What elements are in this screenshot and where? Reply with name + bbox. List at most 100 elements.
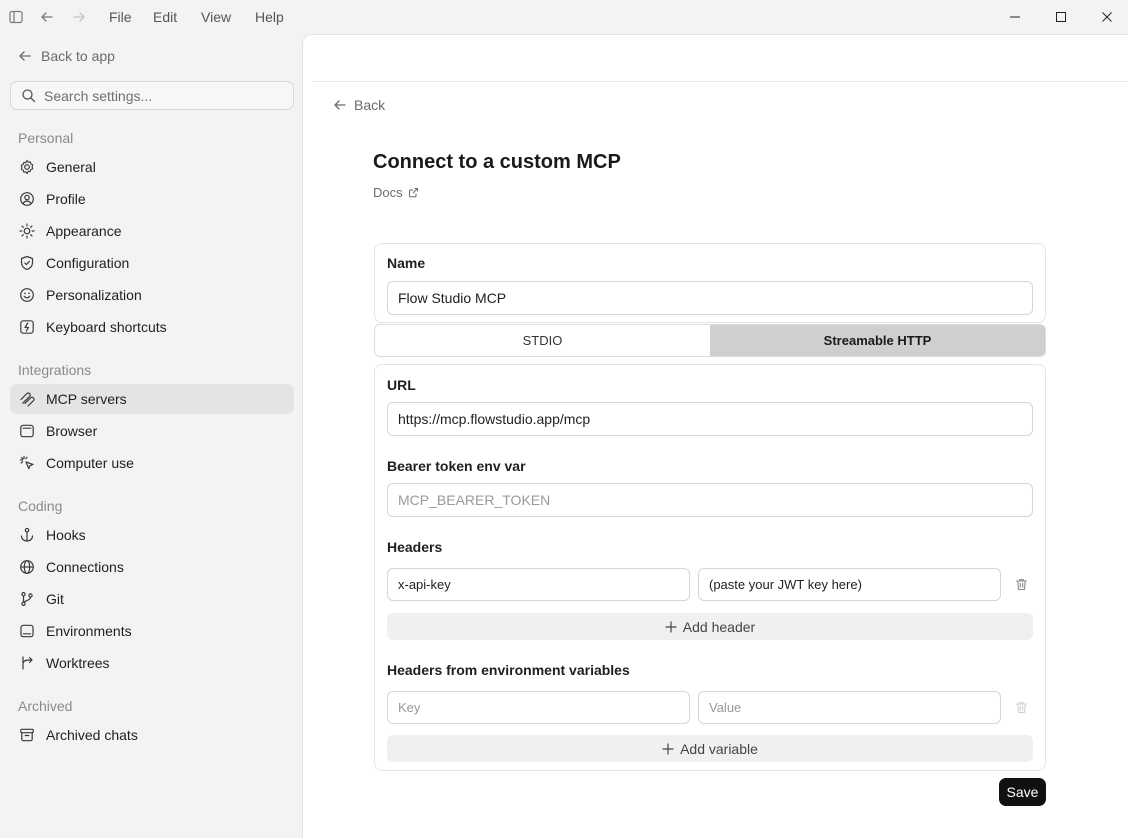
settings-search[interactable] [10,81,294,110]
search-icon [22,89,36,103]
sidebar-item-environments[interactable]: Environments [10,616,294,646]
sidebar-item-label: Profile [46,191,86,207]
sidebar-item-label: Worktrees [46,655,110,671]
main-panel: Back Connect to a custom MCP Docs Name S… [302,34,1128,838]
sidebar-item-mcp-servers[interactable]: MCP servers [10,384,294,414]
git-branch-icon [18,590,36,608]
sidebar-toggle-icon[interactable] [6,7,26,27]
maximize-button[interactable] [1038,0,1084,34]
docs-label: Docs [373,185,403,200]
sidebar-item-label: Configuration [46,255,130,271]
delete-variable-button[interactable] [1011,697,1031,717]
gear-icon [18,158,36,176]
env-headers-label: Headers from environment variables [387,662,630,678]
menu-edit[interactable]: Edit [153,0,177,34]
header-value-input[interactable] [709,577,1000,592]
back-to-app-link[interactable]: Back to app [18,48,115,64]
sidebar-item-label: Keyboard shortcuts [46,319,167,335]
title-bar: File Edit View Help [0,0,1128,34]
sidebar-item-keyboard-shortcuts[interactable]: Keyboard shortcuts [10,312,294,342]
section-archived: Archived [18,698,73,714]
section-integrations: Integrations [18,362,92,378]
archive-box-icon [18,726,36,744]
bearer-token-label: Bearer token env var [387,458,526,474]
sidebar-item-connections[interactable]: Connections [10,552,294,582]
url-label: URL [387,377,416,393]
sidebar-item-browser[interactable]: Browser [10,416,294,446]
close-button[interactable] [1084,0,1128,34]
menu-file[interactable]: File [109,0,132,34]
nav-forward-arrow-icon[interactable] [69,7,89,27]
arrow-left-icon [19,51,31,61]
sidebar-item-label: Connections [46,559,124,575]
header-key-field[interactable] [387,568,690,601]
name-input[interactable] [398,290,1032,306]
header-key-input[interactable] [398,577,689,592]
bearer-token-field[interactable] [387,483,1033,517]
back-label: Back [354,97,386,113]
sidebar-item-computer-use[interactable]: Computer use [10,448,294,478]
menu-view[interactable]: View [201,0,231,34]
browser-window-icon [18,422,36,440]
name-label: Name [387,255,426,271]
sidebar-item-git[interactable]: Git [10,584,294,614]
tab-stdio[interactable]: STDIO [375,325,710,356]
sidebar-item-archived-chats[interactable]: Archived chats [10,720,294,750]
page-title: Connect to a custom MCP [373,151,621,173]
transport-toggle: STDIO Streamable HTTP [374,324,1046,357]
arrow-left-icon [334,100,346,110]
url-input[interactable] [398,411,1032,427]
sidebar-item-configuration[interactable]: Configuration [10,248,294,278]
env-value-input[interactable] [709,700,1000,715]
settings-sidebar: Back to app Personal General Profile App… [0,34,302,838]
bearer-token-input[interactable] [398,492,1032,508]
name-field[interactable] [387,281,1033,315]
env-key-input[interactable] [398,700,689,715]
url-field[interactable] [387,402,1033,436]
docs-link[interactable]: Docs [373,185,419,200]
add-variable-label: Add variable [680,740,758,757]
save-button[interactable]: Save [999,778,1046,806]
headers-label: Headers [387,539,443,555]
section-personal: Personal [18,130,74,146]
sidebar-item-label: Browser [46,423,98,439]
sidebar-item-appearance[interactable]: Appearance [10,216,294,246]
cursor-click-icon [18,454,36,472]
sidebar-item-label: Git [46,591,64,607]
maximize-icon [1056,12,1066,22]
sidebar-item-label: General [46,159,96,175]
menu-help[interactable]: Help [255,0,284,34]
delete-header-button[interactable] [1011,574,1031,594]
env-key-field[interactable] [387,691,690,724]
sidebar-item-label: Computer use [46,455,134,471]
section-coding: Coding [18,498,63,514]
sidebar-item-personalization[interactable]: Personalization [10,280,294,310]
nav-back-arrow-icon[interactable] [37,7,57,27]
mcp-icon [18,390,36,408]
external-link-icon [408,188,418,198]
sidebar-item-hooks[interactable]: Hooks [10,520,294,550]
add-header-label: Add header [682,618,756,635]
globe-icon [18,558,36,576]
search-input[interactable] [44,87,284,104]
trash-icon [1015,701,1027,713]
back-to-app-label: Back to app [41,48,115,64]
sidebar-item-general[interactable]: General [10,152,294,182]
sun-icon [18,222,36,240]
worktree-icon [18,654,36,672]
name-card: Name [374,243,1046,323]
header-value-field[interactable] [698,568,1001,601]
minimize-button[interactable] [992,0,1038,34]
keyboard-bolt-icon [18,318,36,336]
sidebar-item-label: MCP servers [46,391,127,407]
add-header-button[interactable]: Add header [387,613,1033,640]
sidebar-item-profile[interactable]: Profile [10,184,294,214]
tab-streamable-http[interactable]: Streamable HTTP [710,325,1045,356]
plus-icon [665,620,677,633]
env-value-field[interactable] [698,691,1001,724]
back-link[interactable]: Back [333,97,385,113]
sidebar-item-worktrees[interactable]: Worktrees [10,648,294,678]
add-variable-button[interactable]: Add variable [387,735,1033,762]
sidebar-item-label: Environments [46,623,132,639]
sidebar-item-label: Hooks [46,527,86,543]
